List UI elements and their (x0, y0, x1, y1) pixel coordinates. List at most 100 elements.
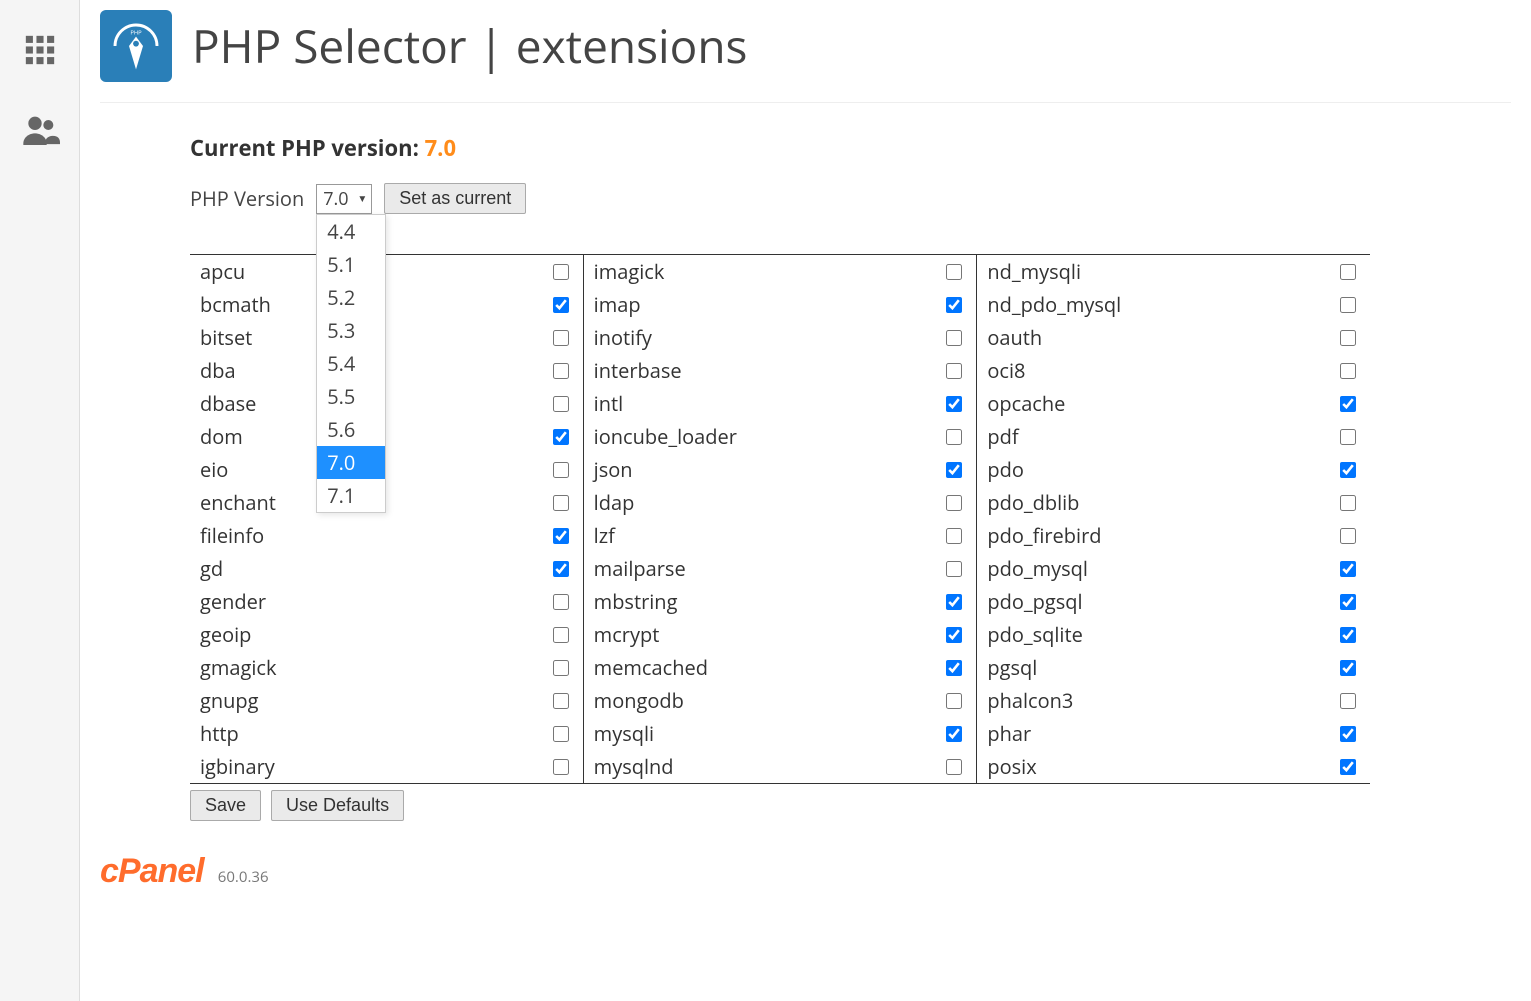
extension-checkbox-ldap[interactable] (946, 495, 962, 511)
extension-row-dom: dom (190, 420, 583, 453)
extension-checkbox-igbinary[interactable] (553, 759, 569, 775)
extension-checkbox-opcache[interactable] (1340, 396, 1356, 412)
php-version-option-5-2[interactable]: 5.2 (317, 281, 385, 314)
extension-checkbox-eio[interactable] (553, 462, 569, 478)
extension-checkbox-geoip[interactable] (553, 627, 569, 643)
extension-label: mysqli (594, 720, 654, 747)
extension-checkbox-gender[interactable] (553, 594, 569, 610)
extension-checkbox-phar[interactable] (1340, 726, 1356, 742)
left-sidebar (0, 0, 80, 1001)
extension-checkbox-pdo_pgsql[interactable] (1340, 594, 1356, 610)
extension-checkbox-ioncube_loader[interactable] (946, 429, 962, 445)
extension-label: pdf (987, 423, 1018, 450)
extension-label: gmagick (200, 654, 276, 681)
extension-checkbox-gnupg[interactable] (553, 693, 569, 709)
extension-row-pgsql: pgsql (977, 651, 1370, 684)
extension-checkbox-interbase[interactable] (946, 363, 962, 379)
extension-row-pdo_pgsql: pdo_pgsql (977, 585, 1370, 618)
extension-row-lzf: lzf (584, 519, 977, 552)
extension-label: pdo_dblib (987, 489, 1079, 516)
extension-checkbox-pdf[interactable] (1340, 429, 1356, 445)
php-version-option-5-3[interactable]: 5.3 (317, 314, 385, 347)
php-version-select[interactable]: 7.0 4.45.15.25.35.45.55.67.07.1 (316, 184, 372, 214)
extension-checkbox-imagick[interactable] (946, 264, 962, 280)
extension-checkbox-dba[interactable] (553, 363, 569, 379)
extension-label: bitset (200, 324, 252, 351)
extension-label: lzf (594, 522, 615, 549)
extension-checkbox-json[interactable] (946, 462, 962, 478)
extension-row-oci8: oci8 (977, 354, 1370, 387)
extension-checkbox-oci8[interactable] (1340, 363, 1356, 379)
extension-checkbox-pgsql[interactable] (1340, 660, 1356, 676)
use-defaults-button[interactable]: Use Defaults (271, 790, 404, 821)
extension-checkbox-gd[interactable] (553, 561, 569, 577)
php-version-option-5-1[interactable]: 5.1 (317, 248, 385, 281)
extension-label: ldap (594, 489, 635, 516)
extension-checkbox-oauth[interactable] (1340, 330, 1356, 346)
extension-checkbox-memcached[interactable] (946, 660, 962, 676)
extension-label: pdo_sqlite (987, 621, 1083, 648)
extension-row-ioncube_loader: ioncube_loader (584, 420, 977, 453)
extension-checkbox-imap[interactable] (946, 297, 962, 313)
users-icon[interactable] (15, 105, 65, 155)
extension-row-nd_mysqli: nd_mysqli (977, 255, 1370, 288)
extension-checkbox-bitset[interactable] (553, 330, 569, 346)
extension-checkbox-pdo_mysql[interactable] (1340, 561, 1356, 577)
save-button[interactable]: Save (190, 790, 261, 821)
cpanel-version: 60.0.36 (218, 867, 269, 887)
extension-checkbox-nd_mysqli[interactable] (1340, 264, 1356, 280)
extension-checkbox-posix[interactable] (1340, 759, 1356, 775)
extension-label: json (594, 456, 633, 483)
extension-checkbox-mbstring[interactable] (946, 594, 962, 610)
apps-grid-icon[interactable] (15, 25, 65, 75)
extension-checkbox-intl[interactable] (946, 396, 962, 412)
php-version-option-4-4[interactable]: 4.4 (317, 215, 385, 248)
extension-checkbox-phalcon3[interactable] (1340, 693, 1356, 709)
extension-checkbox-mysqli[interactable] (946, 726, 962, 742)
extension-row-ldap: ldap (584, 486, 977, 519)
current-version-value: 7.0 (425, 133, 456, 163)
php-version-option-5-6[interactable]: 5.6 (317, 413, 385, 446)
extension-checkbox-mcrypt[interactable] (946, 627, 962, 643)
extension-row-mcrypt: mcrypt (584, 618, 977, 651)
extension-checkbox-apcu[interactable] (553, 264, 569, 280)
extension-row-phar: phar (977, 717, 1370, 750)
extension-checkbox-http[interactable] (553, 726, 569, 742)
current-version-label: Current PHP version: (190, 133, 419, 163)
php-version-option-5-5[interactable]: 5.5 (317, 380, 385, 413)
php-version-select-display[interactable]: 7.0 (316, 184, 372, 214)
extension-checkbox-gmagick[interactable] (553, 660, 569, 676)
extension-checkbox-mysqlnd[interactable] (946, 759, 962, 775)
extension-checkbox-pdo_dblib[interactable] (1340, 495, 1356, 511)
cpanel-logo: cPanel (100, 852, 204, 891)
php-version-option-7-0[interactable]: 7.0 (317, 446, 385, 479)
extension-label: imap (594, 291, 641, 318)
extension-label: pdo_pgsql (987, 588, 1082, 615)
extension-checkbox-enchant[interactable] (553, 495, 569, 511)
set-as-current-button[interactable]: Set as current (384, 183, 526, 214)
extension-label: bcmath (200, 291, 271, 318)
extension-checkbox-pdo[interactable] (1340, 462, 1356, 478)
extension-label: pdo (987, 456, 1024, 483)
extension-row-pdo_dblib: pdo_dblib (977, 486, 1370, 519)
extension-checkbox-lzf[interactable] (946, 528, 962, 544)
extension-checkbox-dom[interactable] (553, 429, 569, 445)
extension-checkbox-mongodb[interactable] (946, 693, 962, 709)
extension-checkbox-inotify[interactable] (946, 330, 962, 346)
extension-checkbox-bcmath[interactable] (553, 297, 569, 313)
extension-label: phar (987, 720, 1031, 747)
extension-checkbox-nd_pdo_mysql[interactable] (1340, 297, 1356, 313)
extension-checkbox-dbase[interactable] (553, 396, 569, 412)
extension-checkbox-fileinfo[interactable] (553, 528, 569, 544)
extension-row-phalcon3: phalcon3 (977, 684, 1370, 717)
extension-row-http: http (190, 717, 583, 750)
extension-checkbox-pdo_firebird[interactable] (1340, 528, 1356, 544)
extension-checkbox-mailparse[interactable] (946, 561, 962, 577)
extension-label: imagick (594, 258, 665, 285)
php-version-option-5-4[interactable]: 5.4 (317, 347, 385, 380)
extension-label: pdo_mysql (987, 555, 1088, 582)
extension-label: dom (200, 423, 243, 450)
extension-checkbox-pdo_sqlite[interactable] (1340, 627, 1356, 643)
extension-label: gnupg (200, 687, 259, 714)
php-version-option-7-1[interactable]: 7.1 (317, 479, 385, 512)
